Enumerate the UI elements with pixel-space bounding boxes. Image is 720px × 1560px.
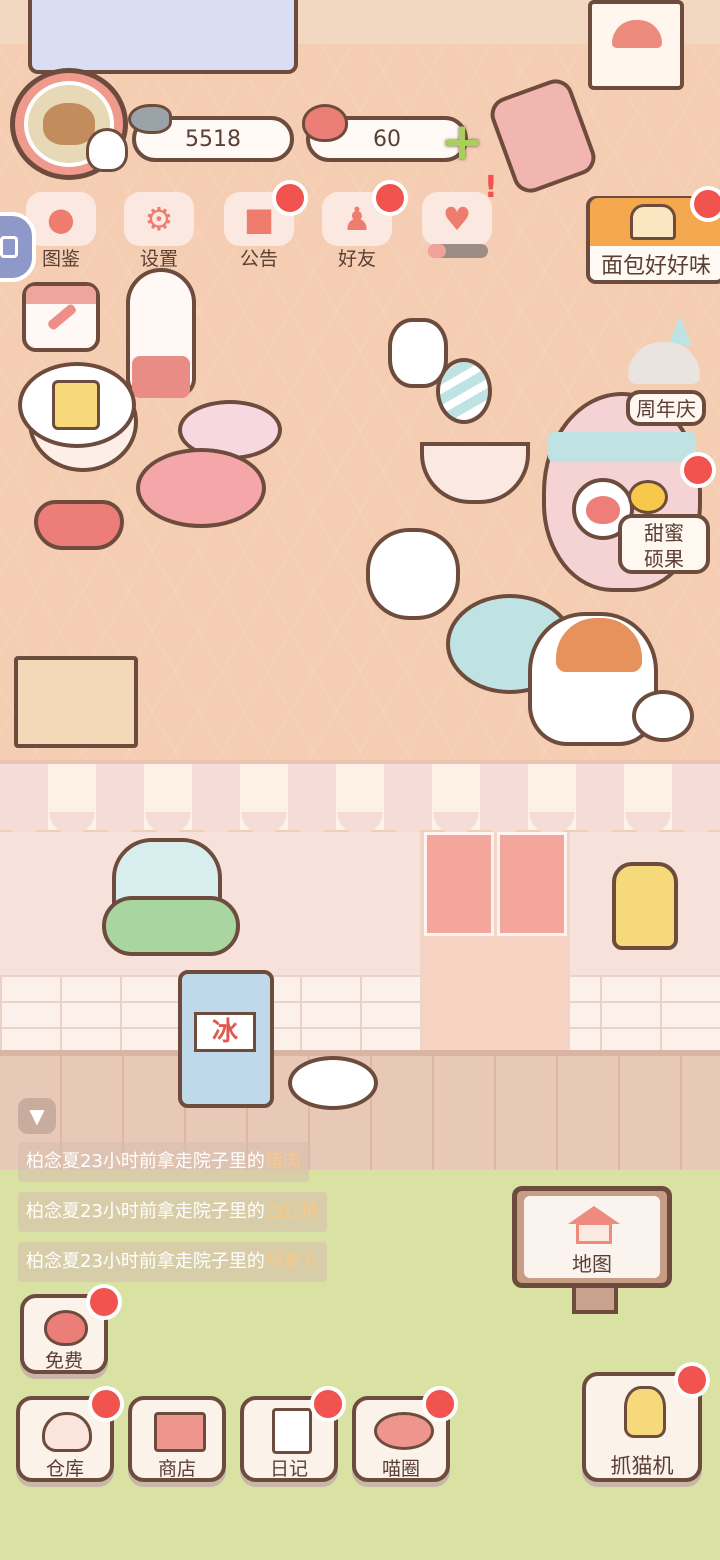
coin-value: 5518 xyxy=(185,126,241,152)
shop-label: 商店 xyxy=(157,1458,196,1480)
chevron-down-icon: ▼ xyxy=(29,1104,45,1128)
activity-log-item: 柏念夏23小时前拿走院子里的猪肉 xyxy=(18,1142,309,1182)
notification-dot xyxy=(674,1362,710,1398)
exclamation-icon: ! xyxy=(484,170,498,205)
heart-event-icon: ♥ xyxy=(422,192,492,246)
claw-machine-label: 抓猫机 xyxy=(610,1454,674,1478)
add-hearts-button[interactable]: + xyxy=(440,116,484,168)
shop-button[interactable]: 商店 xyxy=(128,1396,226,1482)
settings-button[interactable]: ⚙ 设置 xyxy=(118,186,200,270)
diary-label: 日记 xyxy=(269,1458,308,1480)
kitten-character[interactable] xyxy=(632,690,694,742)
diary-icon xyxy=(272,1408,312,1454)
fish-icon xyxy=(128,104,172,134)
log-item-name: 西红柿 xyxy=(264,1201,319,1222)
egg-house-band xyxy=(548,432,696,462)
notification-dot xyxy=(690,186,720,222)
friends-label: 好友 xyxy=(337,248,376,270)
warehouse-label: 仓库 xyxy=(45,1458,84,1480)
hamster-character[interactable] xyxy=(388,318,448,388)
bookshelf-decoration xyxy=(28,0,298,74)
tv-icon xyxy=(0,236,18,258)
bee-icon xyxy=(628,480,668,514)
food-bag-icon xyxy=(52,380,100,430)
sweet-fruit-line1: 甜蜜 xyxy=(644,521,684,545)
meow-circle-label: 喵圈 xyxy=(381,1458,420,1480)
bunny-kimono xyxy=(132,356,190,398)
notification-dot xyxy=(372,180,408,216)
gear-icon: ⚙ xyxy=(124,192,194,246)
event-progress-fill xyxy=(428,244,446,258)
claw-icon xyxy=(624,1386,666,1438)
log-toggle-button[interactable]: ▼ xyxy=(18,1098,56,1134)
map-label: 地图 xyxy=(572,1252,612,1276)
ice-sign-label: 冰 xyxy=(194,1012,256,1052)
pet-food-bowl[interactable] xyxy=(34,500,124,550)
log-item-name: 猪肉 xyxy=(264,1151,301,1172)
flower-cushion-decoration xyxy=(136,448,266,528)
free-label: 免费 xyxy=(44,1350,83,1372)
door-curtain-right xyxy=(497,832,567,936)
warehouse-icon xyxy=(42,1412,92,1452)
activity-log-item: 柏念夏23小时前拿走院子里的胡萝卜 xyxy=(18,1242,327,1282)
notice-label: 公告 xyxy=(239,248,278,270)
house-icon-wall xyxy=(576,1222,612,1244)
green-bush-decoration xyxy=(102,896,240,956)
log-item-name: 胡萝卜 xyxy=(264,1251,319,1272)
fish-fan-decoration xyxy=(288,1056,378,1110)
puppy-character[interactable] xyxy=(366,528,460,620)
sweet-fruit-label: 甜蜜 硕果 xyxy=(618,514,710,574)
bread-banner-label: 面包好好味 xyxy=(600,254,711,279)
shop-brick-wall xyxy=(0,975,720,1055)
door-curtain-left xyxy=(424,832,494,936)
notification-dot xyxy=(272,180,308,216)
shop-icon xyxy=(154,1412,206,1452)
lantern-decoration xyxy=(612,862,678,950)
friends-button[interactable]: ♟ 好友 xyxy=(316,180,408,270)
log-text: 柏念夏23小时前拿走院子里的 xyxy=(26,1251,265,1272)
anniversary-label: 周年庆 xyxy=(626,390,706,426)
notice-button[interactable]: ■ 公告 xyxy=(218,180,308,270)
notification-dot xyxy=(86,1284,122,1320)
log-text: 柏念夏23小时前拿走院子里的 xyxy=(26,1151,265,1172)
bear-face-icon xyxy=(43,103,95,145)
heart-icon xyxy=(44,1310,88,1346)
bread-icon xyxy=(630,204,676,240)
log-text: 柏念夏23小时前拿走院子里的 xyxy=(26,1201,265,1222)
notification-dot xyxy=(310,1386,346,1422)
calendar-icon xyxy=(26,286,96,304)
notification-dot xyxy=(422,1386,458,1422)
peach-crate[interactable] xyxy=(14,656,138,748)
cat-head-icon: ● xyxy=(26,192,96,246)
heart-value: 60 xyxy=(373,126,401,152)
bunny-badge-icon xyxy=(86,128,128,172)
notification-dot xyxy=(680,452,716,488)
cat-planet-icon xyxy=(374,1412,434,1450)
sweet-fruit-line2: 硕果 xyxy=(644,547,684,571)
heart-icon xyxy=(302,104,348,142)
settings-label: 设置 xyxy=(139,248,178,270)
notification-dot xyxy=(88,1386,124,1422)
activity-log-item: 柏念夏23小时前拿走院子里的西红柿 xyxy=(18,1192,327,1232)
